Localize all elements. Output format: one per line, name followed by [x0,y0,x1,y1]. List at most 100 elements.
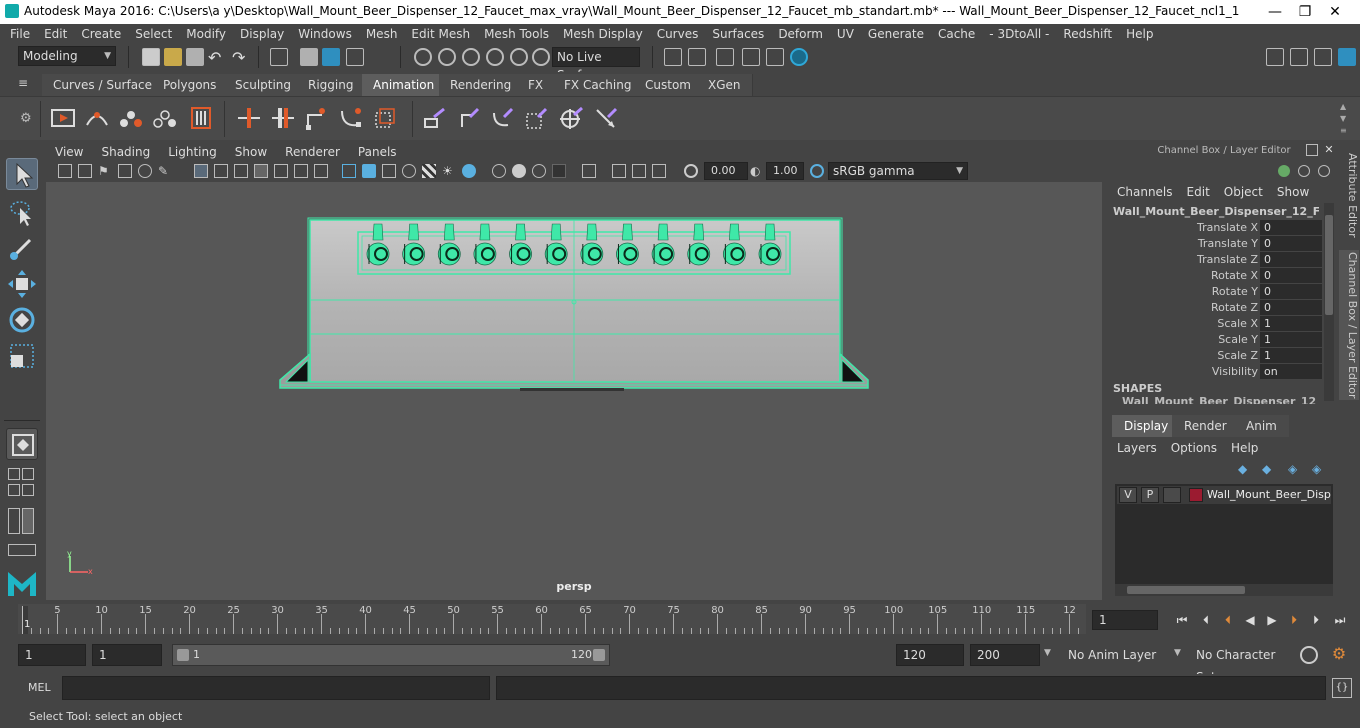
gate-mask-icon[interactable] [254,164,268,178]
layer-editor-toggle-icon[interactable] [1298,165,1310,177]
tab-animation[interactable]: Animation [362,74,447,96]
two-d-pan-zoom-icon[interactable] [138,164,152,178]
toggle-tool-settings-icon[interactable] [1338,48,1356,66]
layer-row[interactable]: V P Wall_Mount_Beer_Dispe [1117,486,1331,504]
menu-create[interactable]: Create [74,24,128,44]
save-scene-icon[interactable] [186,48,204,66]
viewport-menu-panels[interactable]: Panels [349,143,406,161]
unghost-icon[interactable] [152,105,178,131]
maximize-button[interactable]: ❐ [1290,2,1320,22]
attr-value[interactable]: 1 [1260,348,1322,363]
both-toggle-icon[interactable] [1318,165,1330,177]
layer-visibility-toggle[interactable]: V [1119,487,1137,503]
animation-preferences-icon[interactable]: ⚙ [1328,644,1350,666]
menu-curves[interactable]: Curves [650,24,706,44]
use-all-lights-icon[interactable]: ☀ [442,164,456,178]
isolate-select-icon[interactable] [582,164,596,178]
menu-help[interactable]: Help [1119,24,1160,44]
step-back-frame-icon[interactable]: ⏴ [1198,612,1214,628]
close-panel-icon[interactable]: ✕ [1322,143,1336,157]
chevron-down-icon[interactable]: ▼ [1174,648,1181,658]
pole-vector-constraint-icon[interactable] [594,105,620,131]
select-tool-button[interactable] [6,158,38,190]
shelf-scroll-arrows-icon[interactable]: ▲ ▼ ≡ [1340,101,1350,137]
tab-fx[interactable]: FX [517,74,556,96]
move-tool-button[interactable] [6,268,38,300]
move-layer-up-icon[interactable]: ◆ [1238,462,1254,476]
safe-action-icon[interactable] [294,164,308,178]
channel-box-menu-channels[interactable]: Channels [1110,185,1180,199]
layer-name[interactable]: Wall_Mount_Beer_Dispe [1207,486,1331,504]
menu-cache[interactable]: Cache [931,24,982,44]
menu-mesh[interactable]: Mesh [359,24,405,44]
attr-scale-z[interactable]: Scale Z1 [1110,348,1322,364]
menu-mesh-display[interactable]: Mesh Display [556,24,650,44]
textured-icon[interactable] [422,164,436,178]
xray-active-components-icon[interactable] [632,164,646,178]
outliner-persp-layout-icon[interactable] [8,508,20,534]
xray-joints-icon[interactable] [652,164,666,178]
depth-of-field-icon[interactable] [552,164,566,178]
select-by-object-icon[interactable] [322,48,340,66]
lasso-tool-button[interactable] [6,196,38,228]
multisample-aa-icon[interactable] [532,164,546,178]
grid-icon[interactable] [194,164,208,178]
attribute-editor-side-tab[interactable]: Attribute Editor [1339,150,1359,240]
bookmark-icon[interactable]: ⚑ [98,164,112,178]
paint-select-tool-button[interactable] [6,232,38,264]
hypershade-icon[interactable] [790,48,808,66]
range-start-handle[interactable] [177,649,189,661]
wireframe-icon[interactable] [342,164,356,178]
point-constraint-icon[interactable] [456,105,482,131]
layer-color-swatch[interactable] [1189,488,1203,502]
layer-playback-toggle[interactable]: P [1141,487,1159,503]
float-panel-icon[interactable] [1306,144,1318,156]
script-editor-icon[interactable]: {} [1332,678,1352,698]
playblast-icon[interactable] [50,105,76,131]
attr-value[interactable]: 0 [1260,252,1322,267]
shape-node-name[interactable]: Wall_Mount_Beer_Dispenser_12_Fau... [1122,396,1322,404]
move-layer-down-icon[interactable]: ◆ [1262,462,1278,476]
attr-value[interactable]: 0 [1260,284,1322,299]
ipr-render-icon[interactable] [742,48,760,66]
menu-mesh-tools[interactable]: Mesh Tools [477,24,556,44]
image-plane-icon[interactable] [118,164,132,178]
channel-box-menu-object[interactable]: Object [1217,185,1270,199]
layer-menu-options[interactable]: Options [1164,441,1224,455]
step-forward-key-icon[interactable]: ⏵ [1286,612,1302,628]
layer-menu-help[interactable]: Help [1224,441,1265,455]
persp-outliner-layout-icon[interactable] [22,468,34,480]
render-settings-icon[interactable] [766,48,784,66]
channel-box-side-tab[interactable]: Channel Box / Layer Editor [1339,250,1359,400]
screen-space-ao-icon[interactable] [492,164,506,178]
default-material-icon[interactable] [402,164,416,178]
menu-modify[interactable]: Modify [179,24,233,44]
toggle-channel-box-icon[interactable] [1290,48,1308,66]
range-end-handle[interactable] [593,649,605,661]
minimize-button[interactable]: — [1260,2,1290,22]
select-by-hierarchy-icon[interactable] [346,48,364,66]
snap-point-icon[interactable] [462,48,480,66]
wireframe-on-shaded-icon[interactable] [382,164,396,178]
breakdown-key-icon[interactable] [270,105,296,131]
persp-graph-layout-icon[interactable] [8,484,20,496]
menu-3dtoall[interactable]: - 3DtoAll - [982,24,1056,44]
scrollbar-thumb[interactable] [1325,215,1333,315]
close-button[interactable]: ✕ [1320,2,1350,22]
render-sequence-icon[interactable] [716,48,734,66]
animation-start-field[interactable]: 1 [18,644,86,666]
new-scene-icon[interactable] [142,48,160,66]
attr-visibility[interactable]: Visibility on [1110,364,1322,380]
viewport-menu-renderer[interactable]: Renderer [276,143,349,161]
channel-box-menu-show[interactable]: Show [1270,185,1316,199]
create-editable-motion-trail-icon[interactable] [188,105,214,131]
make-live-icon[interactable] [510,48,528,66]
attr-value[interactable]: on [1260,364,1322,379]
menu-uv[interactable]: UV [830,24,861,44]
film-gate-icon[interactable] [214,164,228,178]
tab-rendering[interactable]: Rendering [439,74,524,96]
custom-layout-icon[interactable] [22,508,34,534]
attr-rotate-y[interactable]: Rotate Y0 [1110,284,1322,300]
step-forward-frame-icon[interactable]: ⏵ [1308,612,1324,628]
attr-value[interactable]: 0 [1260,220,1322,235]
